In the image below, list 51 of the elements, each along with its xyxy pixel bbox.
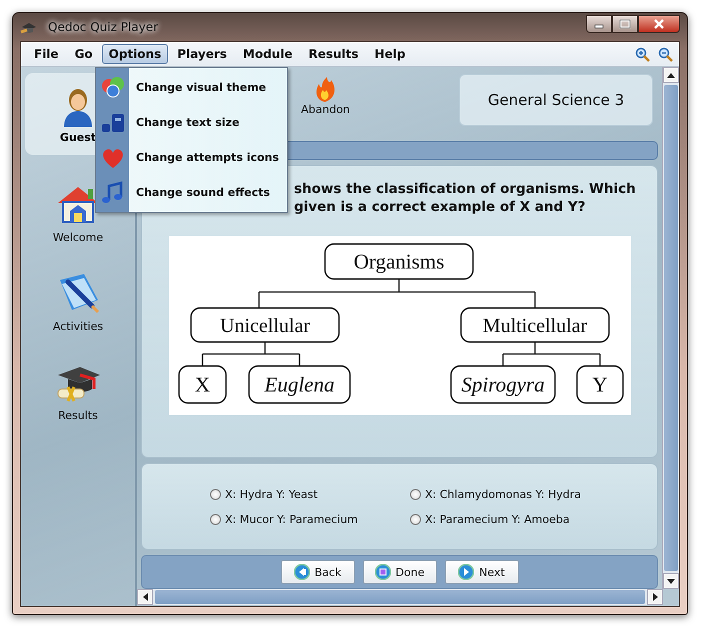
scroll-left-icon	[142, 592, 148, 602]
menu-item[interactable]: Change attempts icons	[136, 151, 279, 164]
diagram-node: Spirogyra	[450, 365, 556, 404]
toolbar-button[interactable]: Abandon	[301, 103, 350, 116]
zoom-out-icon	[658, 46, 673, 62]
menu-item[interactable]: Help	[368, 44, 412, 64]
answer-option[interactable]: X: Hydra Y: Yeast	[225, 488, 318, 500]
minimize-button[interactable]	[586, 15, 612, 33]
scroll-right-icon	[652, 592, 658, 602]
answer-option[interactable]: X: Mucor Y: Paramecium	[225, 512, 358, 526]
menu-item[interactable]: File	[27, 44, 66, 64]
window-title: Qedoc Quiz Player	[47, 19, 160, 35]
zoom-in-icon	[635, 46, 650, 62]
sidebar-item[interactable]: Welcome	[52, 231, 104, 244]
radio-button[interactable]	[410, 488, 421, 500]
menu-item[interactable]: Module	[236, 44, 300, 64]
module-title: General Science 3	[459, 74, 653, 126]
color-circles-icon	[100, 74, 126, 100]
diagram-node: Y	[576, 365, 624, 404]
nav-button[interactable]: Back	[280, 560, 354, 584]
close-button[interactable]	[638, 15, 680, 33]
sidebar-item[interactable]: Results	[58, 409, 98, 422]
nav-button[interactable]: Done	[362, 560, 436, 584]
nav-button[interactable]: Next	[444, 560, 518, 584]
menu-item[interactable]: Go	[68, 44, 100, 64]
radio-button[interactable]	[210, 514, 221, 524]
menu-item[interactable]: Players	[170, 44, 234, 64]
diagram-node: Euglena	[248, 365, 350, 404]
menu-item[interactable]: Change sound effects	[136, 186, 270, 199]
sidebar-item[interactable]: Activities	[52, 320, 104, 333]
question-text: shows the classification of organisms. Which given is a correct example of X and Y?	[294, 180, 636, 216]
radio-button[interactable]	[410, 514, 421, 524]
menu-item[interactable]: Change text size	[136, 116, 240, 129]
radio-button[interactable]	[210, 488, 221, 500]
user-name: Guest	[60, 130, 96, 144]
answer-option[interactable]: X: Chlamydomonas Y: Hydra	[425, 488, 581, 500]
scroll-up-icon	[666, 72, 676, 78]
horizontal-scrollbar[interactable]	[137, 589, 663, 605]
diagram-node: Organisms	[324, 243, 474, 280]
scroll-down-icon	[666, 578, 676, 584]
menu-item[interactable]: Options	[102, 44, 168, 64]
maximize-button[interactable]	[612, 15, 638, 33]
diagram-node: Unicellular	[190, 307, 340, 343]
menu-item[interactable]: Change visual theme	[136, 81, 266, 94]
vertical-scrollbar[interactable]	[662, 67, 679, 589]
diagram-node: Multicellular	[460, 307, 610, 343]
diagram-node: X	[178, 365, 226, 404]
maximize-icon	[619, 19, 631, 29]
answer-option[interactable]: X: Paramecium Y: Amoeba	[425, 512, 570, 526]
close-icon	[653, 19, 665, 29]
menu-item[interactable]: Results	[301, 44, 366, 64]
